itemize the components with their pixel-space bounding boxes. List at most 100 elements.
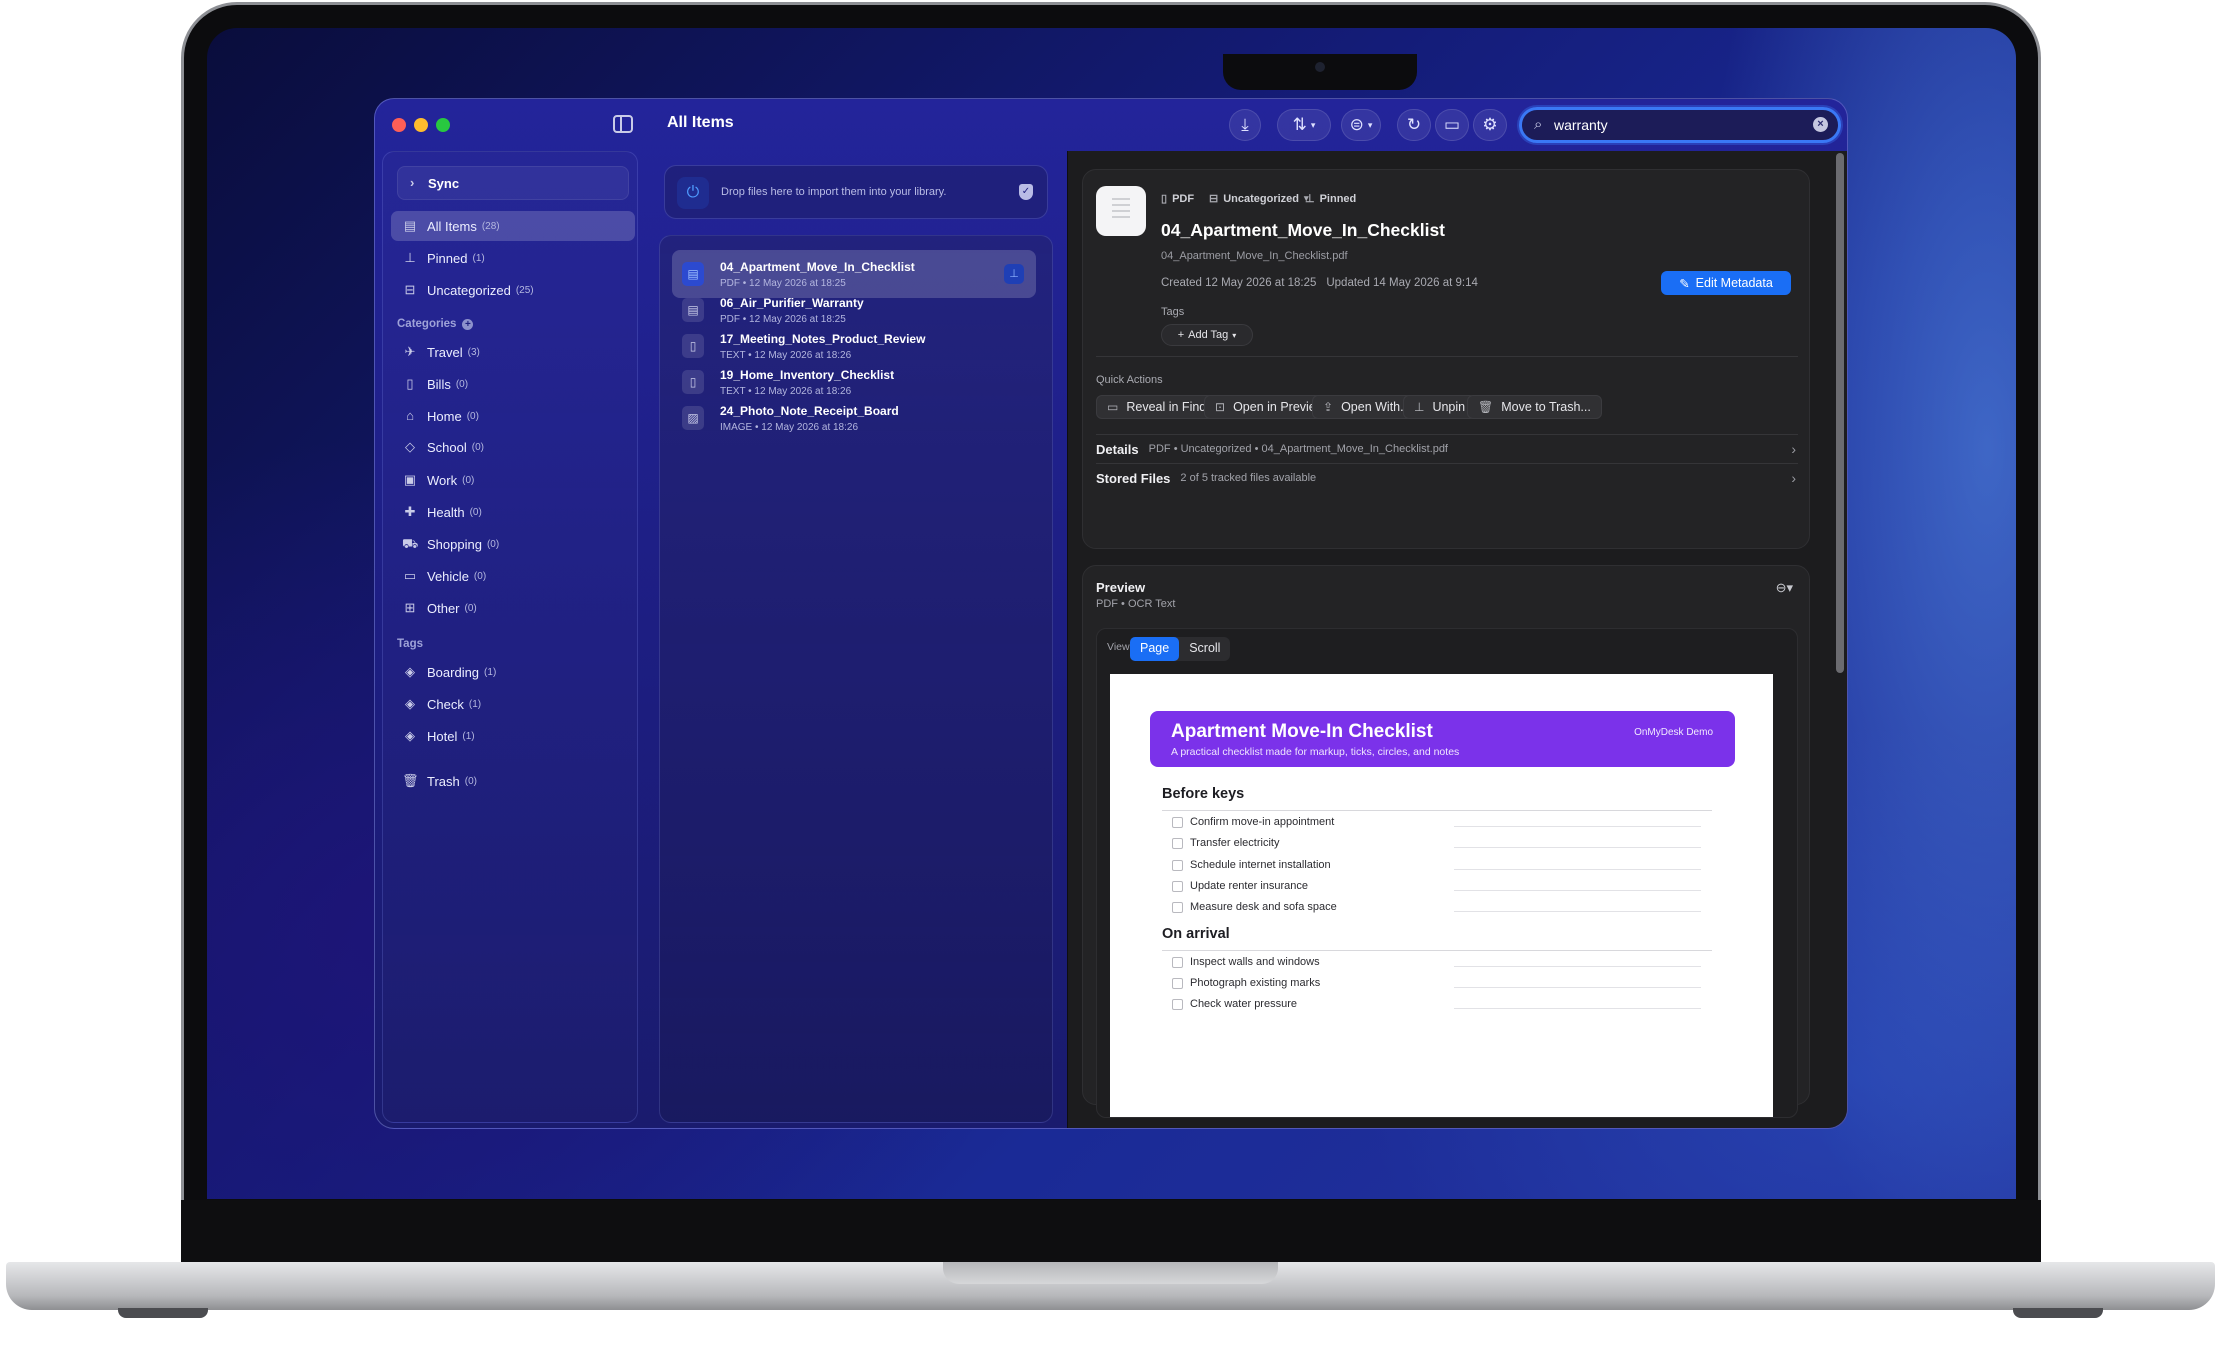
- unpin-button[interactable]: ⊥ Unpin: [1403, 395, 1477, 419]
- airplane-icon: ✈: [404, 344, 416, 359]
- chevron-down-icon: ▾: [1310, 119, 1316, 130]
- pin-icon: ⊥: [1305, 193, 1315, 205]
- sync-button[interactable]: › Sync: [397, 166, 629, 200]
- sidebar-item-tag-boarding[interactable]: ◈ Boarding (1): [391, 657, 635, 687]
- sidebar-item-tag-hotel[interactable]: ◈ Hotel (1): [391, 721, 635, 751]
- laptop-foot-right: [2013, 1308, 2103, 1318]
- pinned-chip: ⊥ Pinned: [1305, 192, 1357, 206]
- checklist-item-label: Inspect walls and windows: [1190, 956, 1320, 968]
- grid-icon: ⊞: [404, 600, 416, 615]
- details-value: PDF • Uncategorized • 04_Apartment_Move_…: [1148, 443, 1448, 455]
- sidebar-item-count: (0): [473, 570, 487, 582]
- divider: [1096, 356, 1798, 357]
- settings-button[interactable]: ⚙: [1473, 109, 1507, 141]
- house-icon: ⌂: [406, 408, 414, 423]
- inbox-icon: ⊟: [1209, 193, 1219, 205]
- refresh-button[interactable]: ↻: [1397, 109, 1431, 141]
- import-drop-zone[interactable]: ⏻ Drop files here to import them into yo…: [664, 165, 1048, 219]
- note-line: [1454, 1008, 1701, 1009]
- minimize-window-button[interactable]: [414, 118, 428, 132]
- quick-actions-label: Quick Actions: [1096, 374, 1163, 386]
- sort-button[interactable]: ⇅ ▾: [1277, 109, 1331, 141]
- move-to-trash-button[interactable]: 🗑 Move to Trash...: [1467, 395, 1602, 419]
- checklist-item-label: Photograph existing marks: [1190, 977, 1321, 989]
- open-folder-button[interactable]: ▭: [1435, 109, 1469, 141]
- document-icon: ▯: [1161, 193, 1168, 205]
- sidebar-item-other[interactable]: ⊞ Other (0): [391, 593, 635, 623]
- edit-metadata-button[interactable]: ✎ Edit Metadata: [1661, 271, 1791, 295]
- plus-icon: +: [1177, 329, 1185, 341]
- list-item[interactable]: ▨ 24_Photo_Note_Receipt_Board IMAGE • 12…: [672, 394, 1036, 442]
- details-row[interactable]: Details PDF • Uncategorized • 04_Apartmen…: [1096, 435, 1796, 463]
- stored-files-row[interactable]: Stored Files 2 of 5 tracked files availab…: [1096, 464, 1796, 492]
- pin-icon[interactable]: ⊥: [1004, 264, 1024, 284]
- type-chip: ▯ PDF: [1161, 192, 1195, 206]
- updated-date: Updated 14 May 2026 at 9:14: [1326, 277, 1478, 289]
- pdf-page: Apartment Move-In Checklist A practical …: [1110, 674, 1773, 1117]
- refresh-icon: ↻: [1406, 115, 1422, 134]
- add-category-icon[interactable]: +: [462, 319, 474, 330]
- checklist-item: Inspect walls and windows: [1172, 954, 1712, 970]
- checkbox-icon: [1172, 977, 1183, 989]
- note-line: [1454, 890, 1701, 891]
- sidebar-item-uncategorized[interactable]: ⊟ Uncategorized (25): [391, 275, 635, 305]
- close-window-button[interactable]: [392, 118, 406, 132]
- search-field[interactable]: ⌕ ×: [1519, 107, 1841, 143]
- sidebar-item-work[interactable]: ▣ Work (0): [391, 465, 635, 495]
- list-item-title: 06_Air_Purifier_Warranty: [720, 296, 864, 310]
- filter-button[interactable]: ⊜ ▾: [1341, 109, 1381, 141]
- stored-files-label: Stored Files: [1096, 470, 1171, 486]
- view-mode-scroll[interactable]: Scroll: [1179, 637, 1230, 661]
- item-list: ▤ 04_Apartment_Move_In_Checklist PDF • 1…: [659, 235, 1053, 1123]
- type-chip-label: PDF: [1172, 192, 1195, 205]
- sidebar-item-count: (25): [515, 284, 534, 296]
- app-window: All Items ⤓ ⇅▾ ⊜▾ ↻ ▭ ⚙ ⌕ × ›Sync ▤All I…: [374, 98, 1848, 1129]
- search-input[interactable]: [1554, 114, 1794, 136]
- inbox-icon: ⊟: [404, 282, 416, 297]
- sidebar-item-health[interactable]: ✚ Health (0): [391, 497, 635, 527]
- sidebar: › Sync ▤ All Items (28) ⊥ Pinned (1) ⊟ Uncateg…: [382, 151, 638, 1123]
- text-file-icon: ▯: [682, 370, 704, 394]
- list-item-meta: IMAGE • 12 May 2026 at 18:26: [720, 422, 859, 433]
- sidebar-item-label: All Items: [427, 218, 477, 234]
- sidebar-item-school[interactable]: ◇ School (0): [391, 432, 635, 462]
- import-button[interactable]: ⤓: [1229, 109, 1261, 141]
- window-title: All Items: [667, 114, 734, 131]
- note-line: [1454, 826, 1701, 827]
- note-line: [1454, 847, 1701, 848]
- pinned-chip-label: Pinned: [1319, 192, 1357, 205]
- checklist-item: Update renter insurance: [1172, 878, 1712, 894]
- sidebar-item-label: Other: [427, 600, 460, 616]
- camera-notch: [1223, 54, 1417, 90]
- more-options-icon[interactable]: ⊖▾: [1776, 580, 1793, 596]
- add-tag-button[interactable]: + Add Tag ▾: [1161, 324, 1253, 346]
- sidebar-item-shopping[interactable]: ⛟ Shopping (0): [391, 529, 635, 559]
- sidebar-item-all-items[interactable]: ▤ All Items (28): [391, 211, 635, 241]
- sidebar-item-count: (0): [471, 441, 484, 453]
- checklist-item: Confirm move-in appointment: [1172, 814, 1712, 830]
- edit-metadata-label: Edit Metadata: [1695, 276, 1773, 290]
- tag-icon: ◈: [405, 728, 415, 743]
- sidebar-item-trash[interactable]: 🗑 Trash (0): [391, 766, 635, 796]
- sidebar-item-bills[interactable]: ▯ Bills (0): [391, 369, 635, 399]
- sync-label: Sync: [428, 176, 460, 191]
- category-dropdown[interactable]: ⊟ Uncategorized ▾: [1209, 192, 1309, 206]
- sidebar-item-home[interactable]: ⌂ Home (0): [391, 401, 635, 431]
- trash-icon: 🗑: [1478, 400, 1494, 414]
- sidebar-item-travel[interactable]: ✈ Travel (3): [391, 337, 635, 367]
- sidebar-toggle-icon[interactable]: [613, 115, 633, 133]
- zoom-window-button[interactable]: [436, 118, 450, 132]
- view-mode-page[interactable]: Page: [1130, 637, 1180, 661]
- checklist-item: Transfer electricity: [1172, 835, 1712, 851]
- sidebar-item-vehicle[interactable]: ▭ Vehicle (0): [391, 561, 635, 591]
- detail-scrollbar[interactable]: [1836, 153, 1844, 673]
- car-icon: ▭: [403, 568, 417, 583]
- clear-search-icon[interactable]: ×: [1813, 117, 1828, 132]
- sidebar-item-tag-check[interactable]: ◈ Check (1): [391, 689, 635, 719]
- cart-icon: ⛟: [402, 536, 419, 551]
- gear-icon: ⚙: [1482, 115, 1498, 134]
- view-label: View: [1107, 641, 1130, 653]
- detail-pane: ▯ PDF ⊟ Uncategorized ▾ ⊥ Pinned 04_Apartmen…: [1067, 151, 1847, 1128]
- document-icon: ▯: [406, 376, 414, 391]
- sidebar-item-pinned[interactable]: ⊥ Pinned (1): [391, 243, 635, 273]
